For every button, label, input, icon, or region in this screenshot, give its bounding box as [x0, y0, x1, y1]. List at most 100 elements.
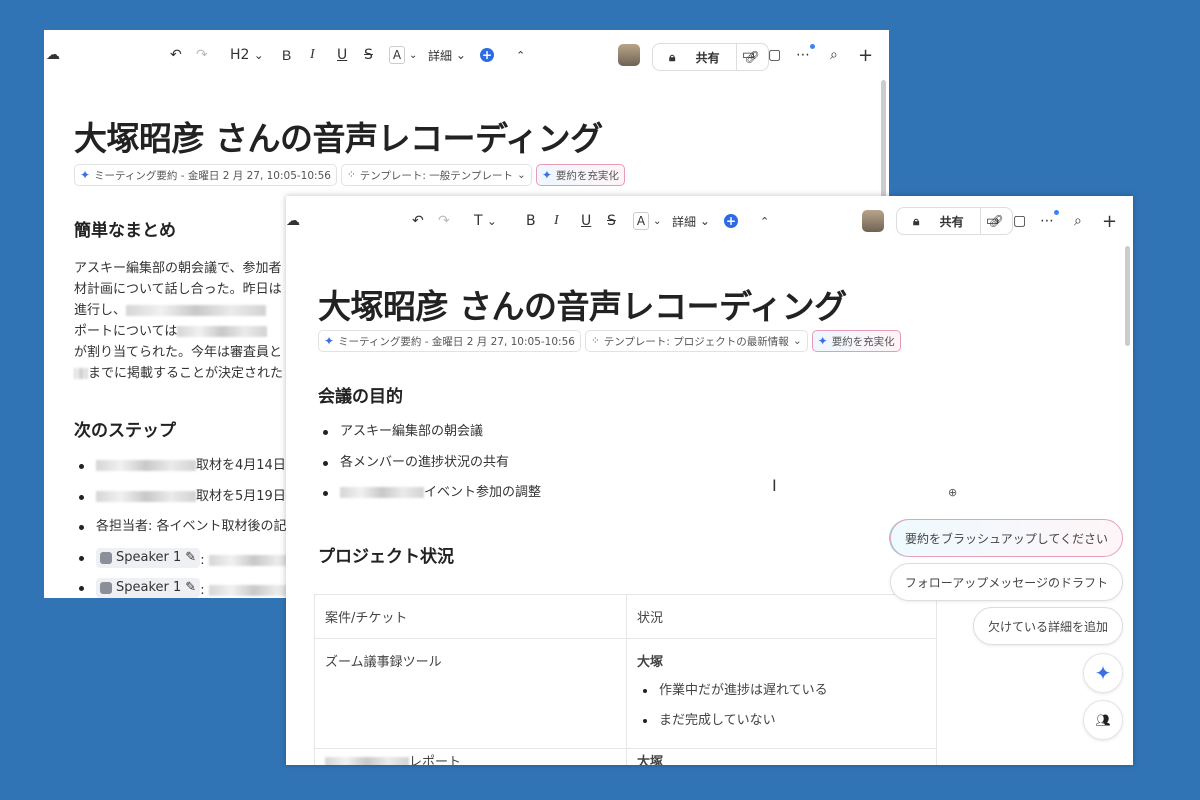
lock-icon: 🔒︎ — [669, 49, 676, 64]
enhance-summary-button[interactable]: ✦ 要約を充実化 — [535, 164, 625, 186]
template-chip[interactable]: ⁘ テンプレート: 一般テンプレート ⌄ — [340, 164, 532, 186]
bold-button[interactable]: B — [526, 209, 536, 233]
text-color-button[interactable]: A — [633, 212, 649, 230]
table-cell: ズーム議事録ツール — [314, 638, 627, 749]
share-label: 共有 — [939, 214, 964, 229]
add-comment-icon[interactable]: ⊕ — [948, 486, 957, 499]
more-label: 詳細 — [672, 214, 697, 229]
speaker-name: Speaker 1 — [116, 549, 182, 565]
strikethrough-button[interactable]: S — [364, 43, 373, 67]
list-item: 作業中だが進捗は遅れている — [637, 676, 926, 706]
redacted-text — [177, 326, 268, 337]
comment-icon[interactable]: ▢ — [1013, 209, 1026, 233]
search-icon[interactable]: ⌕ — [1074, 209, 1082, 233]
undo-icon[interactable]: ↶ — [412, 209, 424, 233]
heading-label: T — [474, 213, 483, 229]
italic-button[interactable]: I — [554, 209, 559, 233]
sparkle-icon: ✦ — [324, 334, 335, 348]
underline-button[interactable]: U — [337, 43, 347, 67]
template-chip[interactable]: ⁘ テンプレート: プロジェクトの最新情報 ⌄ — [584, 330, 808, 352]
share-label: 共有 — [695, 50, 720, 65]
item-text: 取材を4月14日 — [196, 458, 286, 473]
collapse-toolbar-icon[interactable]: ⌃ — [516, 43, 525, 67]
heading-dropdown[interactable]: H2 ⌄ — [230, 43, 264, 67]
sparkle-icon: ✦ — [80, 168, 91, 182]
meeting-summary-chip[interactable]: ✦ ミーティング要約 - 金曜日 2 月 27, 10:05-10:56 — [318, 330, 581, 352]
redacted-text — [96, 490, 196, 502]
more-options-icon[interactable]: ⋯ — [1040, 209, 1054, 233]
item-text: レポート — [409, 755, 462, 765]
enhance-summary-button[interactable]: ✦ 要約を充実化 — [811, 330, 901, 352]
cloud-sync-icon: ☁ — [286, 213, 300, 229]
search-icon[interactable]: ⌕ — [830, 43, 838, 67]
summary-line: アスキー編集部の朝会議で、参加者 — [74, 261, 282, 276]
add-icon[interactable]: + — [1102, 209, 1117, 233]
more-format-dropdown[interactable]: 詳細 ⌄ — [428, 43, 466, 67]
page-title: 大塚昭彦 さんの音声レコーディング — [318, 287, 847, 326]
pencil-icon[interactable]: ✎ — [185, 578, 196, 598]
insert-button[interactable]: + — [480, 43, 494, 67]
project-status-heading: プロジェクト状況 — [318, 547, 454, 567]
strikethrough-button[interactable]: S — [607, 209, 616, 233]
list-item: 各メンバーの進捗状況の共有 — [318, 453, 541, 484]
text-color-button[interactable]: A — [389, 46, 405, 64]
purpose-list: アスキー編集部の朝会議 各メンバーの進捗状況の共有 イベント参加の調整 — [318, 422, 541, 514]
undo-icon[interactable]: ↶ — [170, 43, 182, 67]
cloud-sync-icon: ☁ — [46, 47, 60, 63]
underline-button[interactable]: U — [581, 209, 591, 233]
template-icon: ⁘ — [590, 335, 600, 347]
column-header: 状況 — [626, 594, 937, 639]
comment-icon[interactable]: ▢ — [768, 43, 781, 67]
italic-button[interactable]: I — [310, 43, 315, 67]
chip-label: 要約を充実化 — [831, 335, 895, 348]
chip-label: ミーティング要約 - 金曜日 2 月 27, 10:05-10:56 — [338, 335, 575, 348]
sparkle-icon: ✦ — [541, 168, 552, 182]
speaker-name: Speaker 1 — [116, 580, 182, 595]
chevron-down-icon[interactable]: ⌄ — [409, 43, 417, 67]
suggestion-add-details[interactable]: 欠けている詳細を追加 — [972, 607, 1123, 645]
person-icon — [100, 551, 112, 564]
video-icon[interactable]: ▭ — [986, 209, 999, 233]
plus-icon: + — [480, 48, 494, 62]
participants-button[interactable]: 👥︎ — [1083, 700, 1123, 740]
bold-button[interactable]: B — [282, 43, 291, 67]
heading-label: H2 — [230, 47, 250, 63]
pencil-icon[interactable]: ✎ — [185, 548, 196, 568]
toolbar: ☁ ↶ ↷ T ⌄ B I U S A ⌄ 詳細 ⌄ + ⌃ 🔒︎ 共有 🔗︎ ▭… — [286, 196, 1133, 246]
toolbar: ☁ ↶ ↷ H2 ⌄ B I U S A ⌄ 詳細 ⌄ + ⌃ 🔒︎ 共有 🔗︎ … — [44, 30, 889, 80]
video-icon[interactable]: ▭ — [742, 43, 755, 67]
scrollbar[interactable] — [881, 80, 886, 200]
next-steps-list: 取材を4月14日 取材を5月19日 各担当者: 各イベント取材後の記 Speak… — [74, 456, 299, 598]
page-title: 大塚昭彦 さんの音声レコーディング — [74, 119, 603, 158]
redacted-text — [126, 305, 267, 316]
line-text: 進行し、 — [74, 303, 127, 318]
project-status-table: 案件/チケット 状況 ズーム議事録ツール 大塚 作業中だが進捗は遅れている まだ完… — [314, 594, 937, 765]
chip-label: テンプレート: プロジェクトの最新情報 — [603, 335, 789, 348]
more-format-dropdown[interactable]: 詳細 ⌄ — [672, 209, 710, 233]
ai-assistant-button[interactable]: ✦ — [1083, 653, 1123, 693]
owner-name: 大塚 — [637, 655, 664, 670]
table-row: ズーム議事録ツール 大塚 作業中だが進捗は遅れている まだ完成していない — [314, 638, 937, 749]
avatar[interactable] — [618, 43, 640, 67]
notification-dot — [810, 44, 815, 49]
chevron-down-icon[interactable]: ⌄ — [653, 209, 661, 233]
list-item: Speaker 1 ✎: — [74, 547, 299, 579]
add-icon[interactable]: + — [858, 43, 873, 67]
meeting-summary-chip[interactable]: ✦ ミーティング要約 - 金曜日 2 月 27, 10:05-10:56 — [74, 164, 337, 186]
speaker-tag[interactable]: Speaker 1 ✎ — [96, 578, 201, 598]
speaker-tag[interactable]: Speaker 1 ✎ — [96, 547, 201, 568]
text-style-dropdown[interactable]: T ⌄ — [474, 209, 497, 233]
suggestion-draft-followup[interactable]: フォローアップメッセージのドラフト — [889, 563, 1123, 601]
more-options-icon[interactable]: ⋯ — [796, 43, 810, 67]
suggestion-polish-summary[interactable]: 要約をブラッシュアップしてください — [889, 519, 1123, 557]
insert-button[interactable]: + — [724, 209, 738, 233]
redacted-text — [340, 487, 424, 498]
summary-line: 進行し、 — [74, 300, 283, 321]
list-item: まだ完成していない — [637, 706, 926, 736]
summary-heading: 簡単なまとめ — [74, 221, 176, 241]
avatar[interactable] — [862, 209, 884, 233]
redo-icon[interactable]: ↷ — [438, 209, 450, 233]
collapse-toolbar-icon[interactable]: ⌃ — [760, 209, 769, 233]
scrollbar[interactable] — [1125, 246, 1130, 346]
redo-icon[interactable]: ↷ — [196, 43, 208, 67]
